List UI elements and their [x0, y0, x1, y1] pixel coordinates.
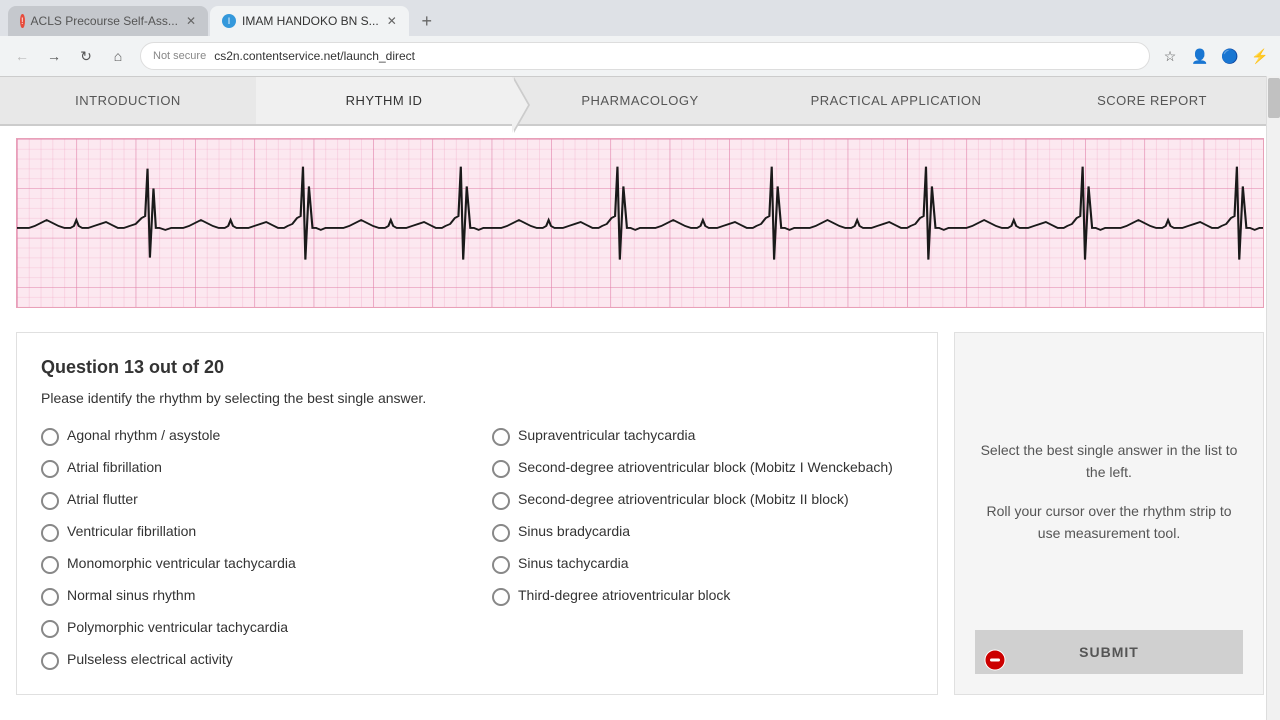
- label-normal-sinus: Normal sinus rhythm: [67, 586, 195, 606]
- label-sinus-brady: Sinus bradycardia: [518, 522, 630, 542]
- radio-third-deg[interactable]: [492, 588, 510, 606]
- radio-second-deg-mobitz1[interactable]: [492, 460, 510, 478]
- nav-tab-pharmacology[interactable]: PHARMACOLOGY: [512, 77, 768, 124]
- radio-pulseless[interactable]: [41, 652, 59, 670]
- side-instructions: Select the best single answer in the lis…: [975, 353, 1243, 630]
- tab-bar: ! ACLS Precourse Self-Ass... ✕ I IMAM HA…: [0, 0, 1280, 36]
- forward-button[interactable]: →: [40, 42, 68, 70]
- scrollbar-track[interactable]: [1266, 76, 1280, 720]
- main-content: Question 13 out of 20 Please identify th…: [0, 320, 1280, 707]
- answers-col2: Supraventricular tachycardia Second-degr…: [492, 426, 913, 670]
- address-bar: ← → ↻ ⌂ Not secure cs2n.contentservice.n…: [0, 36, 1280, 76]
- nav-tab-practical-application[interactable]: PRACTICAL APPLICATION: [768, 77, 1024, 124]
- answer-supra-tachy[interactable]: Supraventricular tachycardia: [492, 426, 913, 446]
- label-agonal: Agonal rhythm / asystole: [67, 426, 220, 446]
- ecg-svg: [17, 139, 1263, 307]
- url-bar[interactable]: Not secure cs2n.contentservice.net/launc…: [140, 42, 1150, 70]
- radio-agonal[interactable]: [41, 428, 59, 446]
- label-second-deg-mobitz2: Second-degree atrioventricular block (Mo…: [518, 490, 849, 510]
- label-pulseless: Pulseless electrical activity: [67, 650, 233, 670]
- side-instruction1: Select the best single answer in the lis…: [975, 439, 1243, 484]
- radio-mono-vent-tachy[interactable]: [41, 556, 59, 574]
- radio-sinus-tachy[interactable]: [492, 556, 510, 574]
- radio-second-deg-mobitz2[interactable]: [492, 492, 510, 510]
- tab-imam[interactable]: I IMAM HANDOKO BN S... ✕: [210, 6, 409, 36]
- tab-close-acls[interactable]: ✕: [186, 14, 196, 28]
- new-tab-button[interactable]: +: [413, 7, 441, 35]
- radio-vent-fib[interactable]: [41, 524, 59, 542]
- answer-atrial-fib[interactable]: Atrial fibrillation: [41, 458, 462, 478]
- answer-second-deg-mobitz1[interactable]: Second-degree atrioventricular block (Mo…: [492, 458, 913, 478]
- radio-poly-vent-tachy[interactable]: [41, 620, 59, 638]
- home-button[interactable]: ⌂: [104, 42, 132, 70]
- browser-chrome: ! ACLS Precourse Self-Ass... ✕ I IMAM HA…: [0, 0, 1280, 77]
- toolbar-icons: ☆ 👤 🔵 ⚡: [1158, 44, 1272, 68]
- nav-tabs: INTRODUCTION RHYTHM ID PHARMACOLOGY PRAC…: [0, 77, 1280, 126]
- no-entry-icon: [983, 648, 1007, 672]
- radio-normal-sinus[interactable]: [41, 588, 59, 606]
- answer-third-deg[interactable]: Third-degree atrioventricular block: [492, 586, 913, 606]
- tab-favicon-acls: !: [20, 14, 25, 28]
- radio-atrial-fib[interactable]: [41, 460, 59, 478]
- label-sinus-tachy: Sinus tachycardia: [518, 554, 629, 574]
- ecg-container: [0, 126, 1280, 320]
- tab-close-imam[interactable]: ✕: [387, 14, 397, 28]
- submit-container: SUBMIT: [975, 630, 1243, 674]
- tab-favicon-imam: I: [222, 14, 236, 28]
- security-indicator: Not secure: [153, 50, 206, 62]
- ecg-strip[interactable]: [16, 138, 1264, 308]
- url-text: cs2n.contentservice.net/launch_direct: [214, 49, 1137, 63]
- answer-sinus-brady[interactable]: Sinus bradycardia: [492, 522, 913, 542]
- answer-pulseless[interactable]: Pulseless electrical activity: [41, 650, 462, 670]
- answers-grid: Agonal rhythm / asystole Atrial fibrilla…: [41, 426, 913, 670]
- back-button[interactable]: ←: [8, 42, 36, 70]
- answer-atrial-flutter[interactable]: Atrial flutter: [41, 490, 462, 510]
- label-vent-fib: Ventricular fibrillation: [67, 522, 196, 542]
- answer-mono-vent-tachy[interactable]: Monomorphic ventricular tachycardia: [41, 554, 462, 574]
- tab-label-imam: IMAM HANDOKO BN S...: [242, 14, 379, 28]
- label-poly-vent-tachy: Polymorphic ventricular tachycardia: [67, 618, 288, 638]
- question-text: Please identify the rhythm by selecting …: [41, 390, 913, 406]
- answer-second-deg-mobitz2[interactable]: Second-degree atrioventricular block (Mo…: [492, 490, 913, 510]
- answer-normal-sinus[interactable]: Normal sinus rhythm: [41, 586, 462, 606]
- label-third-deg: Third-degree atrioventricular block: [518, 586, 730, 606]
- submit-button[interactable]: SUBMIT: [975, 630, 1243, 674]
- side-instruction2: Roll your cursor over the rhythm strip t…: [975, 500, 1243, 545]
- radio-sinus-brady[interactable]: [492, 524, 510, 542]
- nav-tab-introduction[interactable]: INTRODUCTION: [0, 77, 256, 124]
- label-supra-tachy: Supraventricular tachycardia: [518, 426, 695, 446]
- radio-atrial-flutter[interactable]: [41, 492, 59, 510]
- scrollbar-thumb[interactable]: [1268, 78, 1280, 118]
- radio-supra-tachy[interactable]: [492, 428, 510, 446]
- tab-label-acls: ACLS Precourse Self-Ass...: [31, 14, 178, 28]
- nav-buttons: ← → ↻ ⌂: [8, 42, 132, 70]
- extension-icon2[interactable]: 🔵: [1218, 44, 1242, 68]
- reload-button[interactable]: ↻: [72, 42, 100, 70]
- tab-acls[interactable]: ! ACLS Precourse Self-Ass... ✕: [8, 6, 208, 36]
- nav-tab-rhythm-id[interactable]: RHYTHM ID: [256, 77, 512, 124]
- label-atrial-flutter: Atrial flutter: [67, 490, 138, 510]
- extension-icon3[interactable]: ⚡: [1248, 44, 1272, 68]
- label-mono-vent-tachy: Monomorphic ventricular tachycardia: [67, 554, 296, 574]
- label-atrial-fib: Atrial fibrillation: [67, 458, 162, 478]
- nav-tab-score-report[interactable]: SCORE REPORT: [1024, 77, 1280, 124]
- answer-agonal[interactable]: Agonal rhythm / asystole: [41, 426, 462, 446]
- answer-vent-fib[interactable]: Ventricular fibrillation: [41, 522, 462, 542]
- label-second-deg-mobitz1: Second-degree atrioventricular block (Mo…: [518, 458, 893, 478]
- question-panel: Question 13 out of 20 Please identify th…: [16, 332, 938, 695]
- question-number: Question 13 out of 20: [41, 357, 913, 378]
- answer-poly-vent-tachy[interactable]: Polymorphic ventricular tachycardia: [41, 618, 462, 638]
- bookmark-icon[interactable]: ☆: [1158, 44, 1182, 68]
- answer-sinus-tachy[interactable]: Sinus tachycardia: [492, 554, 913, 574]
- answers-col1: Agonal rhythm / asystole Atrial fibrilla…: [41, 426, 462, 670]
- side-panel: Select the best single answer in the lis…: [954, 332, 1264, 695]
- extension-icon1[interactable]: 👤: [1188, 44, 1212, 68]
